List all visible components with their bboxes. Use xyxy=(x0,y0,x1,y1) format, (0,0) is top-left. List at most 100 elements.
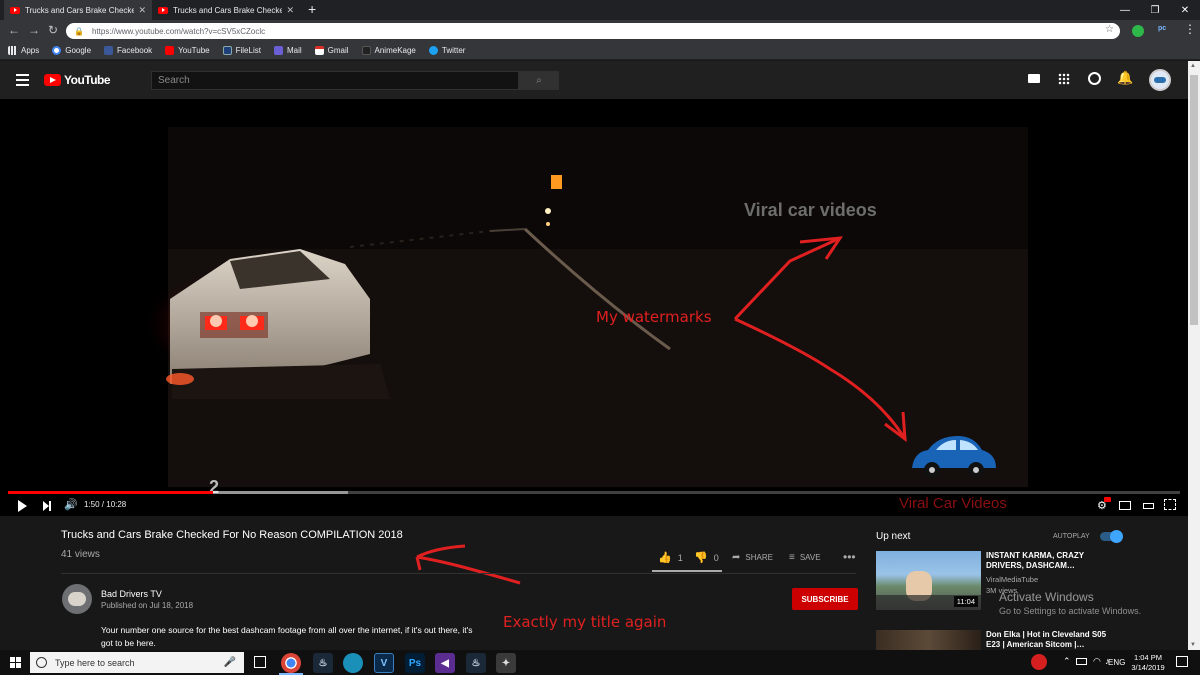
create-video-icon[interactable] xyxy=(1028,74,1040,83)
channel-avatar[interactable] xyxy=(62,584,92,614)
upnext-title-2[interactable]: Don Elka | Hot in Cleveland S05 E23 | Am… xyxy=(986,630,1106,650)
misc-app-taskbar-icon[interactable]: ✦ xyxy=(496,653,516,673)
autoplay-toggle[interactable] xyxy=(1100,530,1123,543)
close-tab-icon[interactable]: ✕ xyxy=(286,5,294,16)
bookmark-filelist[interactable]: FileList xyxy=(222,46,261,55)
search-button[interactable]: ⌕ xyxy=(519,71,559,90)
bookmark-label: Gmail xyxy=(327,46,349,55)
play-icon[interactable] xyxy=(18,500,27,512)
hamburger-menu-icon[interactable] xyxy=(16,74,29,86)
action-center-icon[interactable] xyxy=(1176,656,1188,667)
dislike-button[interactable]: 👎 0 xyxy=(694,551,719,564)
bookmark-google[interactable]: Google xyxy=(52,46,91,55)
restore-icon[interactable]: ❐ xyxy=(1140,0,1170,20)
network-icon[interactable]: ◠ xyxy=(1093,656,1101,667)
upnext-thumbnail-2[interactable] xyxy=(876,630,981,650)
clock[interactable]: 1:04 PM 3/14/2019 xyxy=(1131,653,1165,673)
page-scrollbar[interactable]: ▲ ▼ xyxy=(1188,61,1200,650)
clock-time: 1:04 PM xyxy=(1134,653,1162,662)
tray-chevron-up-icon[interactable]: ⌃ xyxy=(1063,656,1071,667)
like-count: 1 xyxy=(677,552,683,563)
notifications-bell-icon[interactable]: 🔔 xyxy=(1117,70,1133,86)
forward-icon[interactable]: → xyxy=(26,23,42,37)
chrome-taskbar-icon[interactable] xyxy=(281,653,301,673)
steam-taskbar-icon[interactable]: ♨ xyxy=(313,653,333,673)
autoplay-label: AUTOPLAY xyxy=(1053,533,1090,540)
volume-icon[interactable]: 🔊 xyxy=(64,498,78,511)
search-input[interactable]: Search xyxy=(151,71,519,90)
address-bar[interactable]: 🔒 https://www.youtube.com/watch?v=cSV5xC… xyxy=(66,23,1120,39)
scroll-down-icon[interactable]: ▼ xyxy=(1190,642,1196,648)
next-video-icon[interactable] xyxy=(43,501,51,511)
browser-globe-taskbar-icon[interactable] xyxy=(343,653,363,673)
apps-grid-icon[interactable] xyxy=(1058,73,1070,85)
bookmark-star-icon[interactable]: ☆ xyxy=(1105,24,1114,35)
browser-tab-2[interactable]: Trucks and Cars Brake Checked F ✕ xyxy=(152,0,300,20)
close-window-icon[interactable]: ✕ xyxy=(1170,0,1200,20)
sentiment-bar xyxy=(652,570,722,572)
back-icon[interactable]: ← xyxy=(6,23,22,37)
google-icon xyxy=(52,46,62,55)
browser-tab-1[interactable]: Trucks and Cars Brake Checked - ✕ xyxy=(4,0,152,20)
scrollbar-thumb[interactable] xyxy=(1190,75,1198,325)
share-label: SHARE xyxy=(745,553,773,562)
steam-2-taskbar-icon[interactable]: ♨ xyxy=(466,653,486,673)
watermark-text-bottom: Viral Car Videos xyxy=(899,495,1007,512)
bookmarks-bar: Apps Google Facebook YouTube FileList Ma… xyxy=(0,42,1200,60)
browser-tab-bar: Trucks and Cars Brake Checked - ✕ Trucks… xyxy=(0,0,1200,20)
save-button[interactable]: ≡ SAVE xyxy=(789,552,821,563)
upnext-thumbnail-1[interactable]: 11:04 xyxy=(876,551,981,610)
more-actions-icon[interactable]: ••• xyxy=(843,550,856,564)
bookmark-facebook[interactable]: Facebook xyxy=(104,46,152,55)
bookmark-youtube[interactable]: YouTube xyxy=(165,46,210,55)
browser-menu-icon[interactable]: ⋮ xyxy=(1184,22,1196,36)
add-to-playlist-icon: ≡ xyxy=(789,552,795,563)
extension-green-icon[interactable] xyxy=(1132,25,1144,37)
youtube-favicon-icon xyxy=(10,6,20,14)
bookmark-animekage[interactable]: AnimeKage xyxy=(361,46,416,55)
windows-taskbar: Type here to search 🎤 ♨ V Ps ◀ ♨ ✦ ⌃ ◠ ♪… xyxy=(0,650,1200,675)
language-indicator[interactable]: ENG xyxy=(1108,658,1125,667)
task-view-icon[interactable] xyxy=(254,656,266,668)
reload-icon[interactable]: ↻ xyxy=(45,23,61,37)
scroll-up-icon[interactable]: ▲ xyxy=(1190,63,1196,69)
bookmark-twitter[interactable]: Twitter xyxy=(428,46,466,55)
youtube-logo[interactable]: YouTube xyxy=(44,73,111,87)
bookmark-label: Mail xyxy=(286,46,302,55)
avatar[interactable] xyxy=(1149,69,1171,91)
bookmark-label: Google xyxy=(65,46,92,55)
microphone-icon[interactable]: 🎤 xyxy=(224,657,236,668)
messages-icon[interactable] xyxy=(1088,72,1101,85)
car-logo-watermark-icon xyxy=(912,436,996,478)
tray-red-app-icon[interactable] xyxy=(1031,654,1047,670)
video-player[interactable]: Viral car videos My watermarks Viral Car… xyxy=(0,99,1188,516)
fullscreen-icon[interactable] xyxy=(1164,499,1176,510)
share-button[interactable]: ➦ SHARE xyxy=(732,552,773,563)
up-next-heading: Up next xyxy=(876,531,911,542)
bookmark-gmail[interactable]: Gmail xyxy=(314,46,349,55)
bookmark-label: Twitter xyxy=(441,46,466,55)
bookmark-mail[interactable]: Mail xyxy=(273,46,302,55)
filelist-icon xyxy=(222,46,232,55)
channel-name[interactable]: Bad Drivers TV xyxy=(101,589,162,599)
subscribe-button[interactable]: SUBSCRIBE xyxy=(792,588,858,610)
bookmark-apps[interactable]: Apps xyxy=(8,46,39,55)
animekage-icon xyxy=(361,46,371,55)
taskbar-search-input[interactable]: Type here to search 🎤 xyxy=(30,652,244,673)
minimize-icon[interactable]: — xyxy=(1110,0,1140,20)
miniplayer-icon[interactable] xyxy=(1119,501,1131,510)
twitter-icon xyxy=(428,46,438,55)
windows-start-icon[interactable] xyxy=(10,657,21,668)
upnext-title-1[interactable]: INSTANT KARMA, CRAZY DRIVERS, DASHCAM… xyxy=(986,551,1084,571)
like-button[interactable]: 👍 1 xyxy=(658,551,683,564)
visual-studio-taskbar-icon[interactable]: ◀ xyxy=(435,653,455,673)
photoshop-taskbar-icon[interactable]: Ps xyxy=(405,653,425,673)
theater-mode-icon[interactable] xyxy=(1143,503,1154,509)
v-app-taskbar-icon[interactable]: V xyxy=(374,653,394,673)
bookmark-label: FileList xyxy=(235,46,261,55)
battery-icon[interactable] xyxy=(1076,658,1087,665)
close-tab-icon[interactable]: ✕ xyxy=(138,5,146,16)
video-progress-bar[interactable] xyxy=(8,491,1180,494)
extension-pc-icon[interactable]: pc xyxy=(1158,25,1166,32)
new-tab-button[interactable]: + xyxy=(308,1,316,17)
